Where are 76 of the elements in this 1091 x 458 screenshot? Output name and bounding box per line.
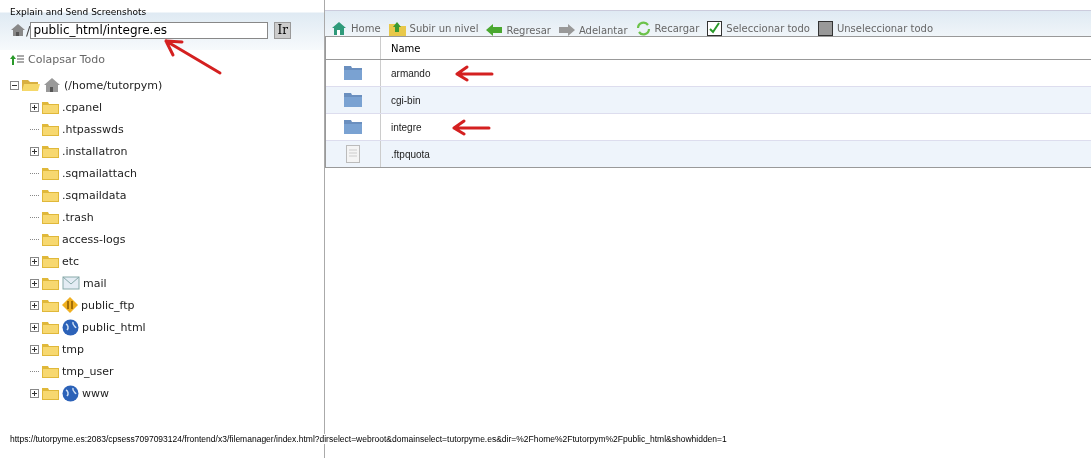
toolbar-button[interactable]: Home xyxy=(331,21,381,36)
tree-item[interactable]: .installatron xyxy=(62,144,128,158)
collapse-all-link[interactable]: Colapsar Todo xyxy=(10,53,324,66)
tree-item[interactable]: .sqmaildata xyxy=(62,188,127,202)
envelope-icon xyxy=(62,275,80,291)
folder-icon xyxy=(42,188,59,202)
explain-link[interactable]: Explain and Send Screenshots xyxy=(10,7,147,18)
file-icon xyxy=(346,145,360,163)
tree-item[interactable]: .sqmailattach xyxy=(62,166,137,180)
toolbar-button[interactable]: Unseleccionar todo xyxy=(817,21,934,36)
tree-item[interactable]: tmp xyxy=(62,342,84,356)
expand-icon[interactable] xyxy=(30,278,39,288)
expand-icon[interactable] xyxy=(30,102,39,112)
folder-icon xyxy=(42,276,59,290)
tree-item[interactable]: .trash xyxy=(62,210,94,224)
collapse-icon xyxy=(10,53,24,66)
folder-icon xyxy=(42,122,59,136)
tree-item[interactable]: access-logs xyxy=(62,232,126,246)
tree-item[interactable]: mail xyxy=(83,276,107,290)
folder-icon xyxy=(42,386,59,400)
tree-item[interactable]: www xyxy=(82,386,109,400)
expand-icon[interactable] xyxy=(30,146,39,156)
tree-item[interactable]: public_ftp xyxy=(81,298,135,312)
file-row[interactable]: integre xyxy=(326,114,1091,141)
column-header[interactable]: Name xyxy=(381,37,1091,59)
folder-icon xyxy=(344,120,362,134)
file-name[interactable]: .ftpquota xyxy=(391,148,430,160)
folder-icon xyxy=(42,254,59,268)
expand-icon[interactable] xyxy=(30,388,39,398)
home-icon xyxy=(43,77,61,93)
toolbar-button[interactable]: Seleccionar todo xyxy=(707,21,810,36)
tree-item[interactable]: .htpasswds xyxy=(62,122,124,136)
folder-icon xyxy=(42,210,59,224)
folder-icon xyxy=(344,93,362,107)
folder-icon xyxy=(42,342,59,356)
globe-icon xyxy=(62,318,79,336)
folder-icon xyxy=(42,298,59,312)
diamond-icon xyxy=(62,297,78,313)
toolbar-button[interactable]: Recargar xyxy=(635,21,700,36)
folder-icon xyxy=(42,144,59,158)
toolbar-button[interactable]: Regresar xyxy=(486,24,551,36)
status-bar: https://tutorpyme.es:2083/cpsess7097093124/frontend/x3/filemanager/index.html?dirselect=webroot&domainselect=tutorpyme.es&dir=%2Fhome%2Ftutorpym%2Fpublic_html&showhidden=1 xyxy=(10,434,727,444)
tree-item[interactable]: (/home/tutorpym) xyxy=(64,78,163,92)
toolbar-button[interactable]: Subir un nivel xyxy=(388,21,479,36)
file-name[interactable]: integre xyxy=(391,121,427,133)
folder-up-icon xyxy=(388,21,406,36)
folder-icon xyxy=(42,100,59,114)
toolbar-button[interactable]: Adelantar xyxy=(558,24,628,36)
tree-item[interactable]: .cpanel xyxy=(62,100,103,114)
file-row[interactable]: armando xyxy=(326,60,1091,87)
globe-icon xyxy=(62,384,79,402)
go-button[interactable]: Ir xyxy=(274,21,291,39)
collapse-icon[interactable] xyxy=(10,80,19,90)
folder-icon xyxy=(42,166,59,180)
path-input[interactable]: public_html/integre.es xyxy=(30,21,269,39)
file-name[interactable]: armando xyxy=(391,67,431,79)
file-name[interactable]: cgi-bin xyxy=(391,94,427,106)
folder-icon xyxy=(344,66,362,80)
expand-icon[interactable] xyxy=(30,344,39,354)
home-icon xyxy=(331,21,347,36)
folder-icon xyxy=(42,364,59,378)
folder-icon xyxy=(42,232,59,246)
home-icon[interactable] xyxy=(10,22,26,38)
expand-icon[interactable] xyxy=(30,256,39,266)
path-separator: / xyxy=(26,22,31,38)
file-row[interactable]: .ftpquota xyxy=(326,141,1091,168)
reload-icon xyxy=(635,21,651,36)
expand-icon[interactable] xyxy=(30,322,39,332)
left-arrow-icon xyxy=(486,24,503,36)
tree-item[interactable]: etc xyxy=(62,254,80,268)
tree-item[interactable]: public_html xyxy=(82,320,146,334)
expand-icon[interactable] xyxy=(30,300,39,310)
folder-icon xyxy=(42,320,59,334)
folder-icon xyxy=(22,78,40,92)
file-row[interactable]: cgi-bin xyxy=(326,87,1091,114)
tree-item[interactable]: tmp_user xyxy=(62,364,114,378)
